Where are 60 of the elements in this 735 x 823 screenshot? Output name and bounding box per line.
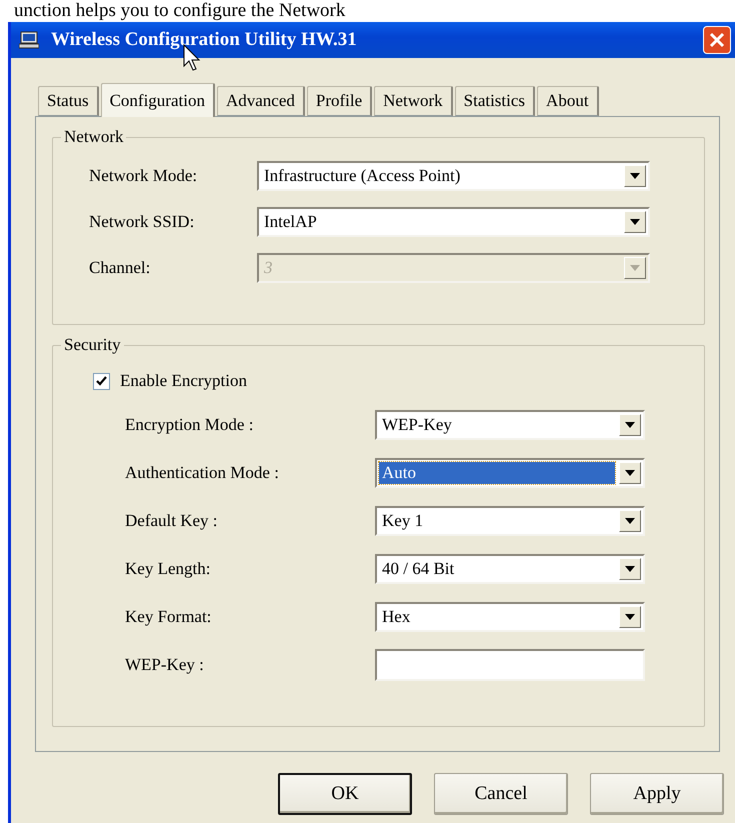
dropdown-button[interactable] xyxy=(619,606,641,628)
field-label: Default Key : xyxy=(125,511,219,531)
dropdown-arrow-icon xyxy=(630,219,640,225)
dropdown-button[interactable] xyxy=(619,558,641,580)
dropdown-button[interactable] xyxy=(624,211,646,233)
tab[interactable]: Profile xyxy=(306,86,372,116)
group-title: Security xyxy=(63,335,122,355)
tab[interactable]: About xyxy=(537,86,599,116)
tab[interactable]: Statistics xyxy=(454,86,536,116)
dropdown-field[interactable]: Key 1 xyxy=(375,506,645,536)
dialog-button[interactable]: Apply xyxy=(590,773,724,815)
window-title: Wireless Configuration Utility HW.31 xyxy=(51,29,358,51)
close-icon xyxy=(709,32,725,48)
checkmark-icon xyxy=(96,376,107,386)
document-text: unction helps you to configure the Network xyxy=(13,0,346,22)
field-label: Authentication Mode : xyxy=(125,463,280,483)
dropdown-button[interactable] xyxy=(619,510,641,532)
dropdown-arrow-icon xyxy=(625,566,635,572)
tab[interactable]: Status xyxy=(38,86,99,116)
tab[interactable]: Advanced xyxy=(216,86,305,116)
dropdown-value: 40 / 64 Bit xyxy=(381,558,456,580)
field-label: Encryption Mode : xyxy=(125,415,254,435)
tab[interactable]: Configuration xyxy=(100,83,215,117)
close-button[interactable] xyxy=(703,26,731,54)
dropdown-arrow-icon xyxy=(625,422,635,428)
dropdown-value: 3 xyxy=(263,257,274,279)
dropdown-field[interactable]: Infrastructure (Access Point) xyxy=(257,161,650,191)
dropdown-button[interactable] xyxy=(619,414,641,436)
dropdown-field[interactable]: Hex xyxy=(375,602,645,632)
dropdown-field[interactable]: 40 / 64 Bit xyxy=(375,554,645,584)
field-label: Channel: xyxy=(89,258,152,278)
dropdown-value: Infrastructure (Access Point) xyxy=(263,165,462,187)
dropdown-field[interactable]: IntelAP xyxy=(257,207,650,237)
field-label: Network SSID: xyxy=(89,212,196,232)
field-label: Key Length: xyxy=(125,559,212,579)
input-field[interactable] xyxy=(375,649,645,681)
dropdown-field[interactable]: WEP-Key xyxy=(375,410,645,440)
dropdown-value: WEP-Key xyxy=(381,414,453,436)
dropdown-arrow-icon xyxy=(630,173,640,179)
dropdown-arrow-icon xyxy=(625,470,635,476)
dropdown-arrow-icon xyxy=(625,614,635,620)
dropdown-field[interactable]: Auto xyxy=(375,458,645,488)
field-label: WEP-Key : xyxy=(125,655,205,675)
tab[interactable]: Network xyxy=(374,86,453,116)
computer-icon xyxy=(19,31,39,49)
dropdown-arrow-icon xyxy=(630,265,640,271)
dialog-button[interactable]: OK xyxy=(278,773,412,815)
dropdown-arrow-icon xyxy=(625,518,635,524)
dropdown-button[interactable] xyxy=(624,165,646,187)
dropdown-value: Hex xyxy=(381,606,412,628)
field-label: Key Format: xyxy=(125,607,212,627)
dropdown-value: Key 1 xyxy=(381,510,424,532)
dropdown-button[interactable] xyxy=(619,462,641,484)
dropdown-value: IntelAP xyxy=(263,211,318,233)
dropdown-value: Auto xyxy=(379,462,615,484)
field-label: Network Mode: xyxy=(89,166,198,186)
checkbox-label: Enable Encryption xyxy=(120,371,248,391)
group-title: Network xyxy=(63,127,124,147)
dialog-button[interactable]: Cancel xyxy=(434,773,568,815)
checkbox[interactable] xyxy=(93,372,110,390)
